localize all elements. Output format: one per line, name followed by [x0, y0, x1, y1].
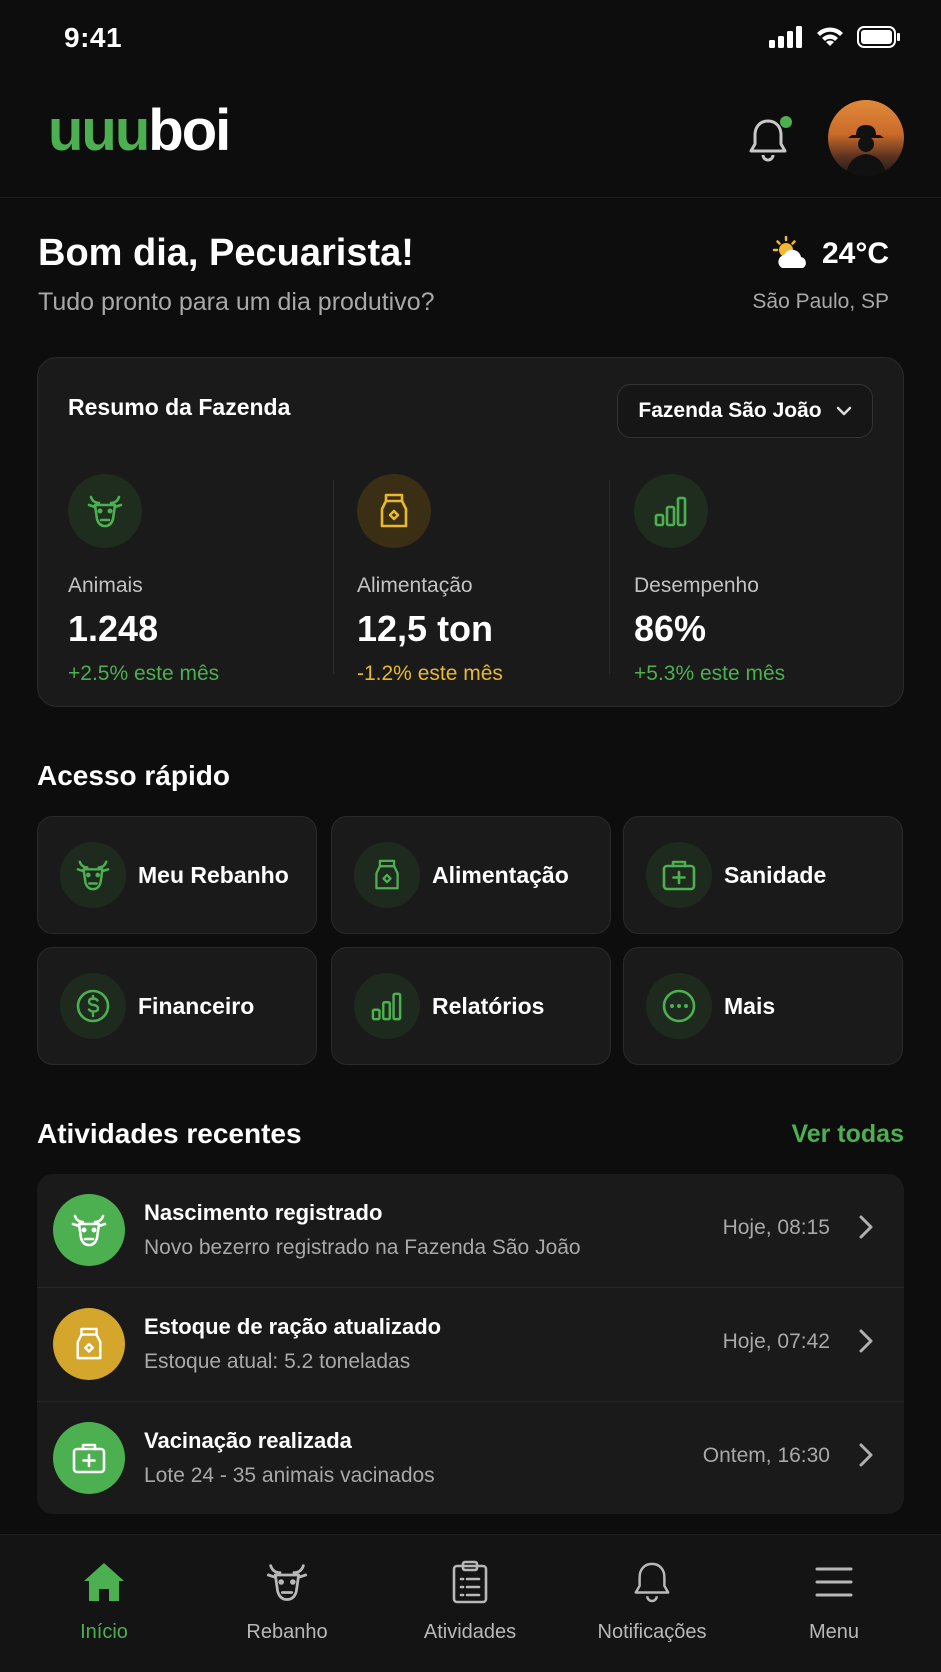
app-header: uuuboi [0, 80, 941, 198]
nav-item-atividades[interactable]: Atividades [390, 1557, 550, 1657]
chevron-down-icon [836, 406, 851, 416]
nav-item-inicio[interactable]: Início [24, 1557, 184, 1657]
quick-tile-mais[interactable]: Mais [623, 947, 903, 1065]
partly-cloudy-icon [772, 236, 806, 268]
stat-alimentacao: Alimentação 12,5 ton -1.2% este mês [357, 474, 617, 685]
feed-bag-icon [357, 474, 431, 548]
activity-time: Ontem, 16:30 [702, 1444, 830, 1467]
stat-trend: -1.2% este mês [357, 662, 503, 685]
see-all-link[interactable]: Ver todas [791, 1120, 904, 1149]
stat-desempenho: Desempenho 86% +5.3% este mês [634, 474, 894, 685]
farm-summary-card: Resumo da Fazenda Fazenda São João Anima… [37, 357, 904, 707]
wifi-icon [817, 27, 843, 46]
nav-label: Menu [808, 1621, 860, 1643]
chevron-right-icon [859, 1215, 873, 1239]
dollar-icon [60, 973, 126, 1039]
quick-tile-alimentacao[interactable]: Alimentação [331, 816, 611, 934]
quick-tile-label: Alimentação [432, 861, 569, 888]
cattle-icon [53, 1194, 125, 1266]
nav-item-menu[interactable]: Menu [754, 1557, 914, 1657]
stat-divider [333, 480, 334, 674]
stat-label: Alimentação [357, 574, 473, 597]
quick-tile-label: Mais [724, 992, 776, 1019]
activity-item[interactable]: Vacinação realizada Lote 24 - 35 animais… [37, 1401, 904, 1514]
quick-tile-label: Relatórios [432, 992, 545, 1019]
quick-tile-label: Meu Rebanho [138, 861, 289, 888]
activity-title: Estoque de ração atualizado [144, 1314, 442, 1339]
bell-icon [632, 1557, 672, 1607]
clipboard-icon [451, 1557, 489, 1607]
stat-label: Desempenho [634, 574, 759, 597]
weather-location: São Paulo, SP [752, 290, 889, 313]
cattle-icon [60, 842, 126, 908]
bottom-nav: Início Rebanho Atividades Notificações M… [0, 1534, 941, 1672]
activities-title: Atividades recentes [37, 1118, 302, 1149]
activity-item[interactable]: Estoque de ração atualizado Estoque atua… [37, 1287, 904, 1400]
feed-bag-icon [354, 842, 420, 908]
activity-subtitle: Estoque atual: 5.2 toneladas [144, 1350, 411, 1373]
quick-tile-label: Financeiro [138, 992, 255, 1019]
stat-trend: +5.3% este mês [634, 662, 786, 685]
bar-chart-icon [634, 474, 708, 548]
activity-title: Vacinação realizada [144, 1428, 352, 1453]
farm-select-value: Fazenda São João [638, 399, 822, 422]
nav-label: Rebanho [246, 1621, 328, 1643]
quick-tile-label: Sanidade [724, 861, 827, 888]
medical-kit-icon [646, 842, 712, 908]
stat-animais: Animais 1.248 +2.5% este mês [68, 474, 328, 685]
weather-temperature: 24°C [821, 237, 889, 270]
status-bar: 9:41 [0, 0, 941, 80]
stat-value: 86% [634, 608, 707, 649]
nav-item-rebanho[interactable]: Rebanho [207, 1557, 367, 1657]
app-logo[interactable]: uuuboi [48, 102, 231, 160]
stat-value: 1.248 [68, 608, 159, 649]
cattle-icon [68, 474, 142, 548]
farm-select-dropdown[interactable]: Fazenda São João [617, 384, 873, 438]
quick-access-title: Acesso rápido [37, 760, 230, 791]
stat-divider [609, 480, 610, 674]
more-icon [646, 973, 712, 1039]
bar-chart-icon [354, 973, 420, 1039]
nav-item-notificacoes[interactable]: Notificações [572, 1557, 732, 1657]
nav-label: Início [80, 1621, 128, 1643]
quick-tile-relatorios[interactable]: Relatórios [331, 947, 611, 1065]
activity-time: Hoje, 07:42 [722, 1330, 830, 1353]
feed-bag-icon [53, 1308, 125, 1380]
medical-kit-icon [53, 1422, 125, 1494]
stat-trend: +2.5% este mês [68, 662, 220, 685]
quick-tile-meu-rebanho[interactable]: Meu Rebanho [37, 816, 317, 934]
avatar-silhouette [846, 125, 886, 176]
cattle-icon [263, 1557, 311, 1607]
notification-badge-dot [780, 116, 792, 128]
status-time: 9:41 [64, 22, 123, 53]
summary-title: Resumo da Fazenda [68, 394, 291, 420]
signal-icon [769, 26, 802, 48]
logo-part-green: uuu [48, 98, 150, 163]
greeting-title: Bom dia, Pecuarista! [38, 232, 414, 274]
greeting-subtitle: Tudo pronto para um dia produtivo? [38, 288, 435, 316]
status-icons [769, 26, 901, 48]
avatar[interactable] [828, 100, 904, 176]
quick-tile-sanidade[interactable]: Sanidade [623, 816, 903, 934]
nav-label: Notificações [597, 1621, 707, 1643]
stat-label: Animais [68, 574, 143, 597]
activity-title: Nascimento registrado [144, 1200, 383, 1225]
activity-item[interactable]: Nascimento registrado Novo bezerro regis… [37, 1174, 904, 1287]
nav-label: Atividades [423, 1621, 517, 1643]
menu-icon [814, 1557, 854, 1607]
activity-subtitle: Lote 24 - 35 animais vacinados [144, 1464, 435, 1487]
home-icon [81, 1557, 127, 1607]
battery-icon [857, 26, 900, 48]
activity-subtitle: Novo bezerro registrado na Fazenda São J… [144, 1236, 581, 1259]
activities-list: Nascimento registrado Novo bezerro regis… [37, 1174, 904, 1514]
chevron-right-icon [859, 1443, 873, 1467]
activity-time: Hoje, 08:15 [722, 1216, 830, 1239]
chevron-right-icon [859, 1329, 873, 1353]
logo-part-white: boi [148, 98, 231, 163]
stat-value: 12,5 ton [357, 608, 494, 649]
quick-tile-financeiro[interactable]: Financeiro [37, 947, 317, 1065]
weather-widget: 24°C [770, 236, 889, 272]
